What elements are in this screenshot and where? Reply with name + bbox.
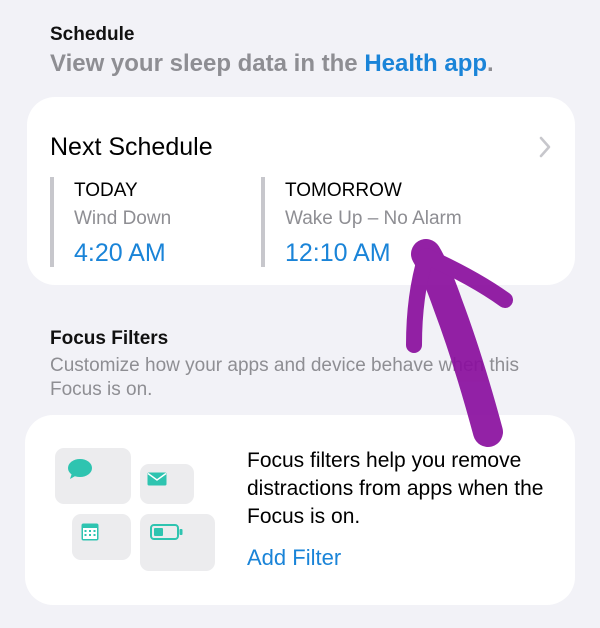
wake-up-label: Wake Up – No Alarm xyxy=(285,208,462,229)
tomorrow-schedule: TOMORROW Wake Up – No Alarm 12:10 AM xyxy=(261,177,462,267)
next-schedule-title: Next Schedule xyxy=(50,133,213,161)
calendar-icon xyxy=(81,523,99,541)
message-tile xyxy=(55,448,131,504)
battery-tile xyxy=(140,514,215,571)
add-filter-button[interactable]: Add Filter xyxy=(247,545,341,571)
schedule-subtitle-text: View your sleep data in the xyxy=(50,50,365,77)
schedule-subtitle: View your sleep data in the Health app. xyxy=(50,50,494,78)
today-day-label: TODAY xyxy=(74,180,138,201)
next-schedule-card[interactable]: Next Schedule TODAY Wind Down 4:20 AM TO… xyxy=(27,97,575,285)
focus-filters-header: Focus Filters xyxy=(50,328,169,349)
calendar-tile xyxy=(72,514,131,560)
schedule-subtitle-period: . xyxy=(487,50,494,77)
today-schedule: TODAY Wind Down 4:20 AM xyxy=(50,177,171,267)
mail-tile xyxy=(140,464,194,504)
battery-icon xyxy=(150,524,183,540)
schedule-section-header: Schedule xyxy=(50,24,135,45)
wind-down-label: Wind Down xyxy=(74,208,172,229)
focus-filters-explanation: Focus filters help you remove distractio… xyxy=(247,449,544,528)
wake-up-time: 12:10 AM xyxy=(285,239,391,267)
mail-icon xyxy=(147,472,167,486)
focus-filters-description: Customize how your apps and device behav… xyxy=(50,355,519,400)
chevron-right-icon xyxy=(539,136,551,158)
wind-down-time: 4:20 AM xyxy=(74,239,166,267)
tomorrow-day-label: TOMORROW xyxy=(285,180,402,201)
health-app-link[interactable]: Health app xyxy=(364,50,487,77)
focus-filters-card: Focus filters help you remove distractio… xyxy=(25,415,575,605)
message-icon xyxy=(68,459,92,479)
